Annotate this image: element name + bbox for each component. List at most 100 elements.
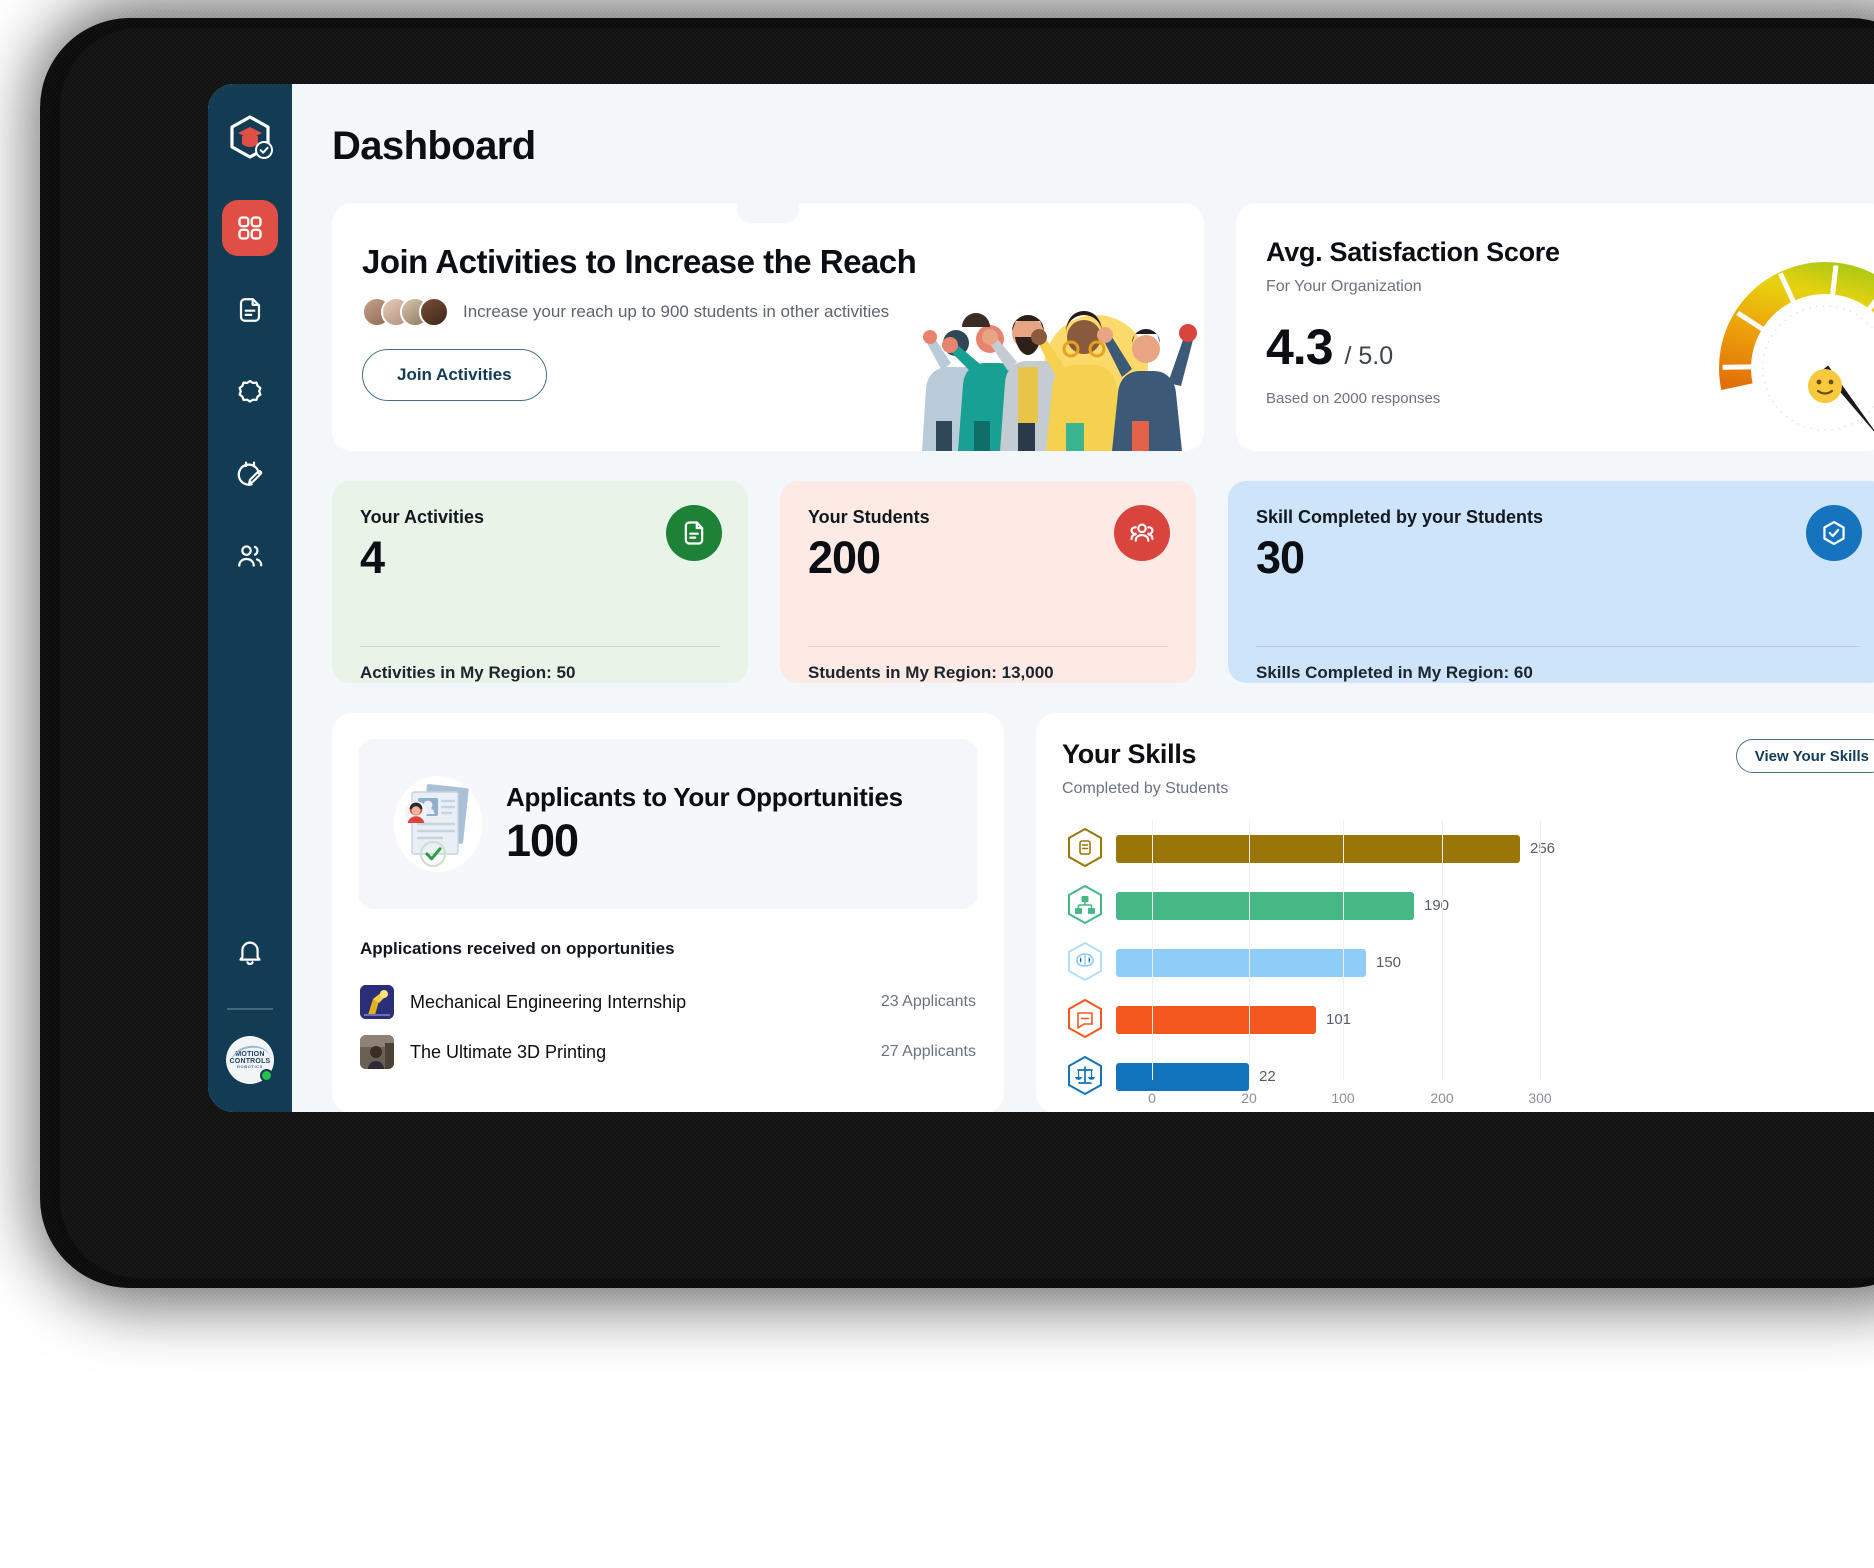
- axis-tick-label: 0: [1148, 1090, 1156, 1106]
- applicants-title: Applicants to Your Opportunities: [506, 781, 903, 812]
- grid-line: [1152, 820, 1153, 1080]
- applicants-count: 100: [506, 814, 579, 866]
- skills-title-block: Your Skills Completed by Students: [1062, 739, 1228, 798]
- chart-bar-row: 190: [1062, 877, 1874, 934]
- chart-bar: [1116, 891, 1414, 920]
- chart-bar-row: 256: [1062, 820, 1874, 877]
- stat-footer-label: Skills Completed in My Region:: [1256, 663, 1510, 682]
- app-screen: MOTION CONTROLS ROBOTICS Dashboard Join …: [208, 84, 1874, 1112]
- stat-footer-label: Activities in My Region:: [360, 663, 552, 682]
- list-item[interactable]: The Ultimate 3D Printing 27 Applicants: [358, 1027, 978, 1077]
- stat-card-skills: Skill Completed by your Students 30 Skil…: [1228, 481, 1874, 683]
- bell-icon: [239, 941, 261, 965]
- sidebar-bottom: MOTION CONTROLS ROBOTICS: [208, 924, 292, 1092]
- list-item-count: 23 Applicants: [880, 993, 976, 1010]
- grid-icon: [238, 216, 262, 240]
- resume-document-check-illustration: [378, 764, 498, 884]
- stat-footer: Skills Completed in My Region: 60: [1256, 647, 1860, 683]
- axis-tick-label: 200: [1430, 1090, 1454, 1106]
- sidebar-divider: [227, 1008, 273, 1010]
- stat-footer-value: 50: [556, 663, 576, 682]
- join-activities-button[interactable]: Join Activities: [362, 349, 547, 401]
- sidebar-nav: [222, 200, 278, 584]
- account-avatar[interactable]: MOTION CONTROLS ROBOTICS: [226, 1036, 274, 1084]
- sidebar-item-people[interactable]: [222, 528, 278, 584]
- banner-subtitle: Increase your reach up to 900 students i…: [463, 302, 890, 321]
- applicants-text-block: Applicants to Your Opportunities 100: [506, 782, 903, 867]
- grid-line: [1249, 820, 1250, 1080]
- skills-title: Your Skills: [1062, 739, 1197, 769]
- banner-notch: [737, 203, 799, 223]
- sidebar-item-badges[interactable]: [222, 364, 278, 420]
- org-chart-icon: [1062, 883, 1108, 929]
- chart-bar-value: 150: [1376, 954, 1402, 971]
- chart-bar-value: 101: [1326, 1011, 1352, 1028]
- sidebar-item-schedule[interactable]: [222, 446, 278, 502]
- hexagon-check-icon: [1806, 505, 1862, 561]
- chart-bar: [1116, 834, 1520, 863]
- axis-tick-label: 100: [1331, 1090, 1355, 1106]
- stat-card-activities: Your Activities 4 Activities in My Regio…: [332, 481, 748, 683]
- skills-card: Your Skills Completed by Students View Y…: [1036, 713, 1874, 1112]
- workshop-photo-thumb: [360, 1035, 394, 1069]
- sidebar: MOTION CONTROLS ROBOTICS: [208, 84, 292, 1112]
- graduation-cap-badge-logo[interactable]: [224, 114, 276, 166]
- stat-label: Skill Completed by your Students: [1256, 507, 1544, 527]
- list-item-name: The Ultimate 3D Printing: [410, 1041, 607, 1062]
- page-title: Dashboard: [332, 124, 536, 168]
- bottom-row: Applicants to Your Opportunities 100 App…: [332, 713, 1874, 1112]
- sidebar-item-dashboard[interactable]: [222, 200, 278, 256]
- skills-subtitle: Completed by Students: [1062, 780, 1229, 797]
- avatar: [419, 297, 449, 327]
- grid-line: [1343, 820, 1344, 1080]
- calendar-edit-icon: [237, 461, 263, 486]
- chart-bar-value: 190: [1424, 897, 1450, 914]
- chart-bar-value: 256: [1530, 840, 1556, 857]
- applicants-card: Applicants to Your Opportunities 100 App…: [332, 713, 1004, 1112]
- applications-list-heading: Applications received on opportunities: [360, 939, 675, 958]
- users-group-icon: [1114, 505, 1170, 561]
- main-content: Dashboard Join Activities to Increase th…: [292, 84, 1874, 1112]
- chart-x-axis: 0 20 100 200 300: [1062, 1080, 1874, 1112]
- satisfaction-card: Avg. Satisfaction Score For Your Organiz…: [1236, 203, 1874, 451]
- online-status-dot: [260, 1069, 273, 1082]
- chart-bar-row: 150: [1062, 934, 1874, 991]
- stat-footer-label: Students in My Region:: [808, 663, 997, 682]
- satisfaction-gauge: [1700, 243, 1874, 451]
- chart-bar-row: 101: [1062, 991, 1874, 1048]
- chart-bar: [1116, 1005, 1316, 1034]
- badge-seal-icon: [238, 379, 262, 403]
- satisfaction-score-max: / 5.0: [1344, 342, 1394, 370]
- student-avatar-stack: [362, 297, 449, 327]
- celebrating-people-illustration: [900, 271, 1200, 451]
- chart-bar: [1116, 948, 1366, 977]
- list-item[interactable]: Mechanical Engineering Internship 23 App…: [358, 977, 978, 1027]
- document-icon: [239, 298, 261, 322]
- stat-footer-value: 13,000: [1001, 663, 1054, 682]
- chat-bubble-icon: [1062, 997, 1108, 1043]
- grid-line: [1442, 820, 1443, 1080]
- join-activities-banner: Join Activities to Increase the Reach In…: [332, 203, 1204, 451]
- screenshot-stage: MOTION CONTROLS ROBOTICS Dashboard Join …: [0, 0, 1874, 1568]
- applicants-banner: Applicants to Your Opportunities 100: [358, 739, 978, 909]
- stat-value: 30: [1256, 532, 1305, 583]
- stat-footer-value: 60: [1513, 663, 1533, 682]
- note-icon: [1062, 826, 1108, 872]
- brain-icon: [1062, 940, 1108, 986]
- satisfaction-score: 4.3: [1266, 319, 1334, 375]
- list-item-count: 27 Applicants: [880, 1043, 976, 1060]
- notifications-button[interactable]: [222, 924, 278, 980]
- stat-footer: Activities in My Region: 50: [360, 647, 720, 683]
- view-your-skills-button[interactable]: View Your Skills: [1735, 739, 1874, 773]
- stat-card-students: Your Students 200 Students in My Region:…: [780, 481, 1196, 683]
- axis-tick-label: 300: [1528, 1090, 1552, 1106]
- list-item-name: Mechanical Engineering Internship: [410, 991, 687, 1012]
- users-icon: [238, 545, 263, 567]
- sidebar-item-documents[interactable]: [222, 282, 278, 338]
- document-icon: [666, 505, 722, 561]
- skills-header: Your Skills Completed by Students View Y…: [1062, 739, 1874, 798]
- robot-arm-thumb: [360, 985, 394, 1019]
- stat-cards-row: Your Activities 4 Activities in My Regio…: [332, 481, 1874, 683]
- stat-footer: Students in My Region: 13,000: [808, 647, 1168, 683]
- top-row: Join Activities to Increase the Reach In…: [332, 203, 1874, 451]
